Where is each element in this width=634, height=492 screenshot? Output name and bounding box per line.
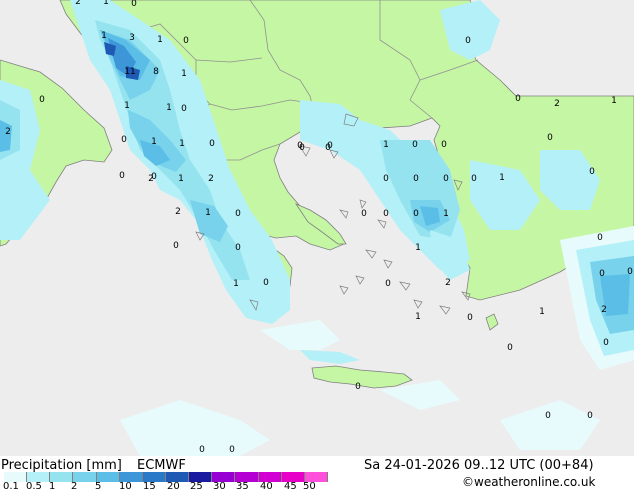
precip-value-label: 0 xyxy=(587,411,593,421)
precip-value-label: 0 xyxy=(39,95,45,105)
map-title: Precipitation [mm] xyxy=(1,458,122,473)
precip-value-label: 0 xyxy=(589,167,595,177)
precip-value-label: 11 xyxy=(124,67,135,77)
legend-tick: 15 xyxy=(143,481,156,492)
precip-value-label: 0 xyxy=(465,36,471,46)
precip-value-label: 1 xyxy=(611,96,617,106)
precip-value-label: 0 xyxy=(181,104,187,114)
precip-value-label: 1 xyxy=(499,173,505,183)
precip-value-label: 0 xyxy=(173,241,179,251)
legend-tick: 5 xyxy=(95,481,102,492)
precip-value-label: 2 xyxy=(148,174,154,184)
precip-value-label: 2 xyxy=(554,99,560,109)
legend-tick: 25 xyxy=(190,481,203,492)
precip-value-label: 0 xyxy=(199,445,205,455)
precip-value-label: 1 xyxy=(539,307,545,317)
precip-value-label: 0 xyxy=(385,279,391,289)
precip-value-label: 0 xyxy=(235,209,241,219)
precip-value-label: 3 xyxy=(129,33,135,43)
precip-value-label: 0 xyxy=(443,174,449,184)
precip-value-label: 0 xyxy=(229,445,235,455)
credit-text: ©weatheronline.co.uk xyxy=(462,475,596,489)
precip-value-label: 0 xyxy=(545,411,551,421)
precip-value-label: 1 xyxy=(205,208,211,218)
legend-tick: 0.5 xyxy=(26,481,42,492)
precip-value-label: 0 xyxy=(235,243,241,253)
precip-value-label: 1 xyxy=(103,0,109,7)
precip-value-label: 0 xyxy=(603,338,609,348)
precip-value-label: 1 xyxy=(415,243,421,253)
valid-datetime: Sa 24-01-2026 09..12 UTC (00+84) xyxy=(364,458,594,473)
precip-value-label: 2 xyxy=(601,305,607,315)
precip-value-label: 0 xyxy=(119,171,125,181)
precip-value-label: 0 xyxy=(121,135,127,145)
legend-tick: 0.1 xyxy=(3,481,19,492)
precip-value-label: 0 xyxy=(467,313,473,323)
legend-tick: 1 xyxy=(49,481,56,492)
precip-value-label: 0 xyxy=(299,143,305,153)
precip-value-label: 0 xyxy=(507,343,513,353)
precip-value-label: 2 xyxy=(175,207,181,217)
legend-tick: 50 xyxy=(303,481,316,492)
precip-value-label: 0 xyxy=(183,36,189,46)
precip-value-label: 0 xyxy=(413,174,419,184)
precip-value-label: 0 xyxy=(413,209,419,219)
legend-tick: 30 xyxy=(213,481,226,492)
legend-tick: 20 xyxy=(167,481,180,492)
legend-tick: 40 xyxy=(260,481,273,492)
precip-value-label: 0 xyxy=(515,94,521,104)
precip-value-label: 1 xyxy=(124,101,130,111)
precip-value-label: 0 xyxy=(263,278,269,288)
legend-tick: 35 xyxy=(236,481,249,492)
precip-value-label: 1 xyxy=(181,69,187,79)
precip-value-label: 0 xyxy=(383,209,389,219)
precip-value-label: 1 xyxy=(383,140,389,150)
legend-tick: 2 xyxy=(71,481,78,492)
precip-value-label: 1 xyxy=(151,137,157,147)
precip-value-label: 1 xyxy=(101,31,107,41)
precip-value-label: 2 xyxy=(445,278,451,288)
precip-value-label: 0 xyxy=(471,174,477,184)
legend-tick: 45 xyxy=(284,481,297,492)
precip-value-label: 0 xyxy=(325,143,331,153)
legend-tick: 10 xyxy=(119,481,132,492)
precip-value-label: 0 xyxy=(383,174,389,184)
precip-value-label: 1 xyxy=(178,174,184,184)
precip-value-label: 2 xyxy=(208,174,214,184)
model-name: ECMWF xyxy=(137,458,186,473)
precip-value-label: 0 xyxy=(412,140,418,150)
precip-value-label: 0 xyxy=(599,269,605,279)
precip-value-label: 1 xyxy=(443,209,449,219)
precip-value-label: 1 xyxy=(179,139,185,149)
precip-value-label: 0 xyxy=(131,0,137,9)
precip-value-label: 2 xyxy=(5,127,11,137)
precip-value-label: 0 xyxy=(547,133,553,143)
precip-value-label: 1 xyxy=(157,35,163,45)
precip-value-label: 0 xyxy=(209,139,215,149)
precip-value-label: 0 xyxy=(627,267,633,277)
precip-value-label: 0 xyxy=(597,233,603,243)
precip-value-label: 0 xyxy=(355,382,361,392)
precip-value-label: 0 xyxy=(441,140,447,150)
precip-value-label: 8 xyxy=(153,67,159,77)
precip-value-label: 2 xyxy=(75,0,81,7)
precip-value-label: 1 xyxy=(415,312,421,322)
precip-value-label: 1 xyxy=(233,279,239,289)
precip-value-label: 0 xyxy=(361,209,367,219)
precipitation-map: 2 1 0 1 3 1 0 11 8 1 1 0 1 0 0 1 0 2 1 0 0 2 1 2 0 0 2 1 0 0 1 0 0 1 0 0 0 0 0… xyxy=(0,0,634,456)
precip-value-label: 1 xyxy=(166,103,172,113)
